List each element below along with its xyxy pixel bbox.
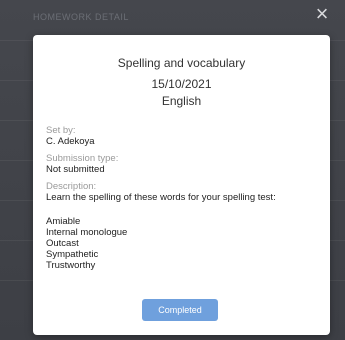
set-by-label: Set by: bbox=[46, 125, 76, 136]
word-list-item: Internal monologue bbox=[46, 227, 128, 238]
description-label: Description: bbox=[46, 181, 97, 192]
word-list-item: Amiable bbox=[46, 216, 81, 227]
description-text: Learn the spelling of these words for yo… bbox=[46, 192, 276, 203]
page-title: HOMEWORK DETAIL bbox=[33, 12, 129, 22]
submission-type-value: Not submitted bbox=[46, 164, 105, 175]
close-icon[interactable]: × bbox=[310, 2, 334, 26]
homework-detail-modal: Spelling and vocabulary 15/10/2021 Engli… bbox=[33, 35, 330, 335]
homework-title: Spelling and vocabulary bbox=[117, 56, 246, 70]
homework-date: 15/10/2021 bbox=[151, 77, 212, 91]
set-by-value: C. Adekoya bbox=[46, 136, 95, 147]
word-list-item: Outcast bbox=[46, 238, 79, 249]
word-list-item: Sympathetic bbox=[46, 249, 99, 260]
completed-button[interactable]: Completed bbox=[142, 299, 218, 321]
homework-subject: English bbox=[161, 94, 202, 108]
submission-type-label: Submission type: bbox=[46, 153, 119, 164]
word-list-item: Trustworthy bbox=[46, 260, 96, 271]
